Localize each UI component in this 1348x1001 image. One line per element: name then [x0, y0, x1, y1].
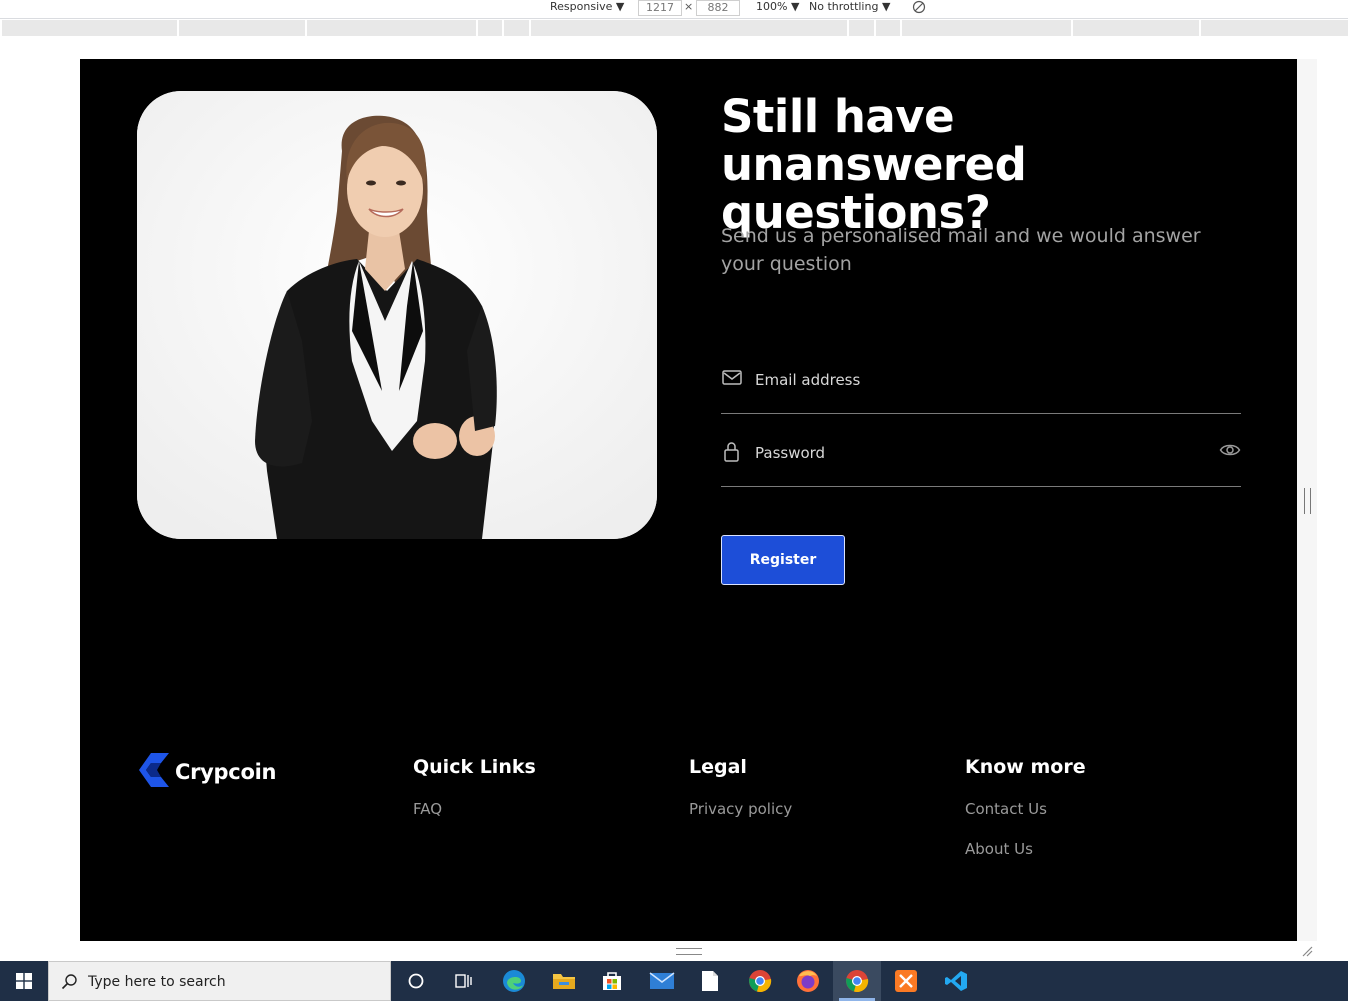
footer-col-know-more: Know more Contact Us About Us — [965, 755, 1086, 859]
viewport-resize-corner-icon[interactable] — [1300, 944, 1314, 958]
device-selector[interactable]: Responsive ▼ — [550, 0, 624, 16]
footer-heading: Legal — [689, 756, 747, 778]
vscode-icon[interactable] — [932, 961, 980, 1001]
page-headline: Still have unanswered questions? — [721, 90, 1027, 239]
cortana-icon[interactable] — [392, 961, 440, 1001]
chrome-icon[interactable] — [736, 961, 784, 1001]
eye-icon[interactable] — [1219, 439, 1241, 461]
viewport-resize-handle-bottom[interactable] — [676, 948, 702, 955]
footer-link-privacy-policy[interactable]: Privacy policy — [689, 799, 792, 819]
password-input[interactable] — [755, 440, 1195, 466]
footer-heading: Know more — [965, 756, 1086, 778]
xampp-icon[interactable] — [882, 961, 930, 1001]
password-field — [721, 426, 1241, 487]
taskbar-search-box[interactable] — [48, 961, 391, 1001]
viewport-resize-handle-right[interactable] — [1304, 488, 1311, 514]
email-input[interactable] — [755, 367, 1195, 393]
devtools-device-toolbar: Responsive ▼ 1217 × 882 100% ▼ No thrott… — [0, 0, 1348, 19]
edge-icon[interactable] — [490, 961, 538, 1001]
footer-link-faq[interactable]: FAQ — [413, 799, 536, 819]
mail-icon — [721, 367, 743, 389]
rotate-icon[interactable] — [912, 0, 926, 16]
lock-icon — [721, 440, 743, 462]
zoom-selector[interactable]: 100% ▼ — [756, 0, 799, 16]
media-query-ruler[interactable] — [2, 20, 1348, 36]
task-view-icon[interactable] — [440, 961, 488, 1001]
microsoft-store-icon[interactable] — [588, 961, 636, 1001]
viewport-height-input[interactable]: 882 — [696, 0, 740, 16]
mail-icon[interactable] — [638, 961, 686, 1001]
search-icon — [61, 973, 78, 995]
footer-heading: Quick Links — [413, 756, 536, 778]
support-agent-photo — [137, 91, 657, 539]
taskbar-search-input[interactable] — [88, 972, 378, 992]
windows-taskbar — [0, 961, 1348, 1001]
register-button[interactable]: Register — [721, 535, 845, 585]
brand-name: Crypcoin — [175, 760, 277, 784]
file-explorer-icon[interactable] — [540, 961, 588, 1001]
chrome-active-icon[interactable] — [833, 961, 881, 1001]
footer-link-contact-us[interactable]: Contact Us — [965, 799, 1086, 819]
viewport-width-input[interactable]: 1217 — [638, 0, 682, 16]
dimension-separator: × — [684, 0, 694, 13]
windows-start-icon[interactable] — [0, 961, 48, 1001]
footer-col-legal: Legal Privacy policy — [689, 755, 792, 819]
brand-logo[interactable]: Crypcoin — [137, 752, 276, 792]
page-subtext: Send us a personalised mail and we would… — [721, 225, 1201, 275]
email-field — [721, 353, 1241, 414]
notepad-icon[interactable] — [686, 961, 734, 1001]
firefox-icon[interactable] — [784, 961, 832, 1001]
page-viewport: Still have unanswered questions? Send us… — [80, 59, 1297, 941]
footer-col-quick-links: Quick Links FAQ — [413, 755, 536, 819]
footer-link-about-us[interactable]: About Us — [965, 839, 1086, 859]
crypcoin-logo-icon — [137, 751, 171, 794]
throttling-selector[interactable]: No throttling ▼ — [809, 0, 890, 16]
